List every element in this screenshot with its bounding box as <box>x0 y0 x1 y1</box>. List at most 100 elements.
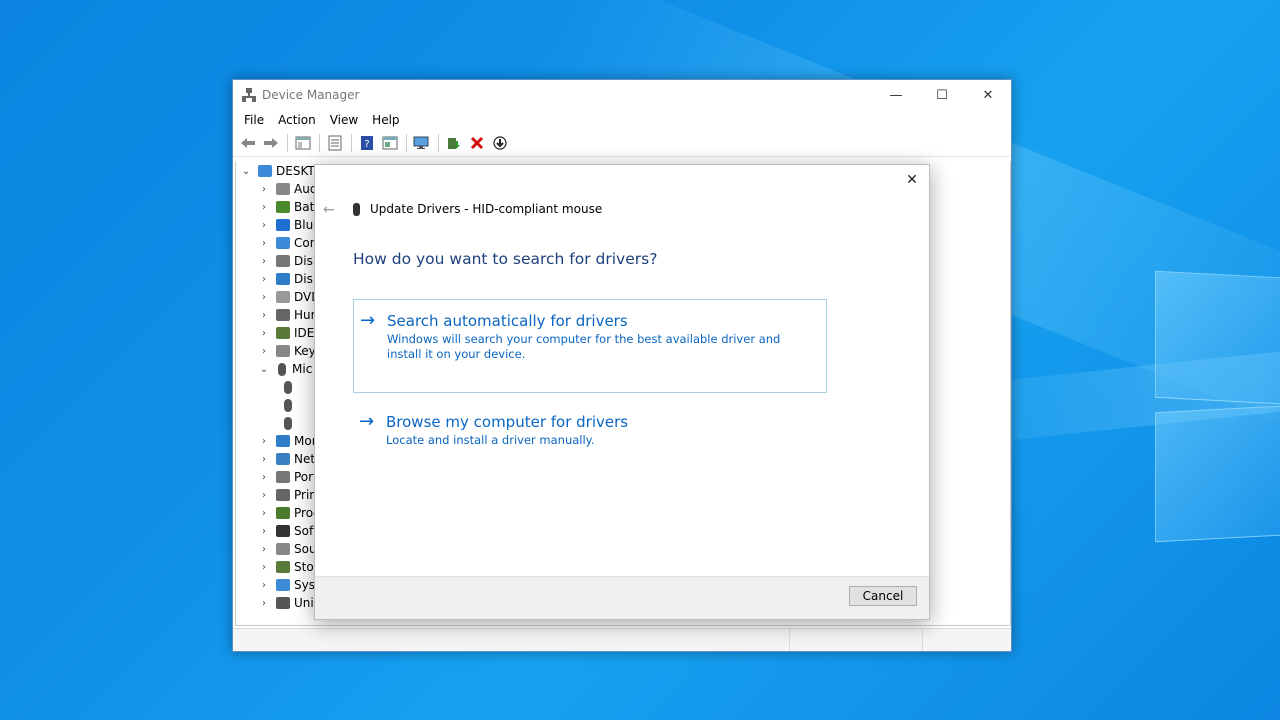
dialog-footer: Cancel <box>315 576 929 619</box>
menu-help[interactable]: Help <box>365 110 406 130</box>
chevron-right-icon[interactable]: › <box>258 598 270 609</box>
minimize-button[interactable]: — <box>873 80 919 110</box>
tree-child-item[interactable] <box>276 414 298 432</box>
update-driver-button[interactable] <box>443 132 465 154</box>
sound-icon <box>276 543 290 555</box>
chevron-right-icon[interactable]: › <box>258 220 270 231</box>
tree-category-item[interactable]: › Blue <box>258 216 321 234</box>
forward-button[interactable] <box>260 132 282 154</box>
software-icon <box>276 525 290 537</box>
tree-category-item[interactable]: ⌄ Mic <box>258 360 313 378</box>
tree-root[interactable]: ⌄ DESKTO <box>240 162 324 180</box>
title-bar[interactable]: Device Manager — ☐ ✕ <box>233 80 1011 110</box>
storage-icon <box>276 561 290 573</box>
chevron-down-icon[interactable]: ⌄ <box>258 364 270 375</box>
printer-icon <box>276 489 290 501</box>
chevron-right-icon[interactable]: › <box>258 328 270 339</box>
tree-category-item[interactable]: › Com <box>258 234 321 252</box>
option-title: Search automatically for drivers <box>387 312 628 330</box>
minimize-icon: — <box>889 87 903 103</box>
dialog-close-button[interactable]: ✕ <box>903 171 921 189</box>
chevron-right-icon[interactable]: › <box>258 310 270 321</box>
close-icon: ✕ <box>906 172 918 188</box>
arrow-right-icon: → <box>360 310 376 331</box>
update-drivers-dialog: ✕ ← Update Drivers - HID-compliant mouse… <box>314 164 930 620</box>
maximize-button[interactable]: ☐ <box>919 80 965 110</box>
browse-computer-option[interactable]: → Browse my computer for drivers Locate … <box>353 401 825 461</box>
status-cell <box>790 629 923 651</box>
tree-item-label: Mic <box>292 362 313 376</box>
chevron-right-icon[interactable]: › <box>258 184 270 195</box>
toolbar: ? <box>233 130 1011 157</box>
tree-category-item[interactable]: › Mon <box>258 432 319 450</box>
tree-child-item[interactable] <box>276 378 298 396</box>
chevron-down-icon[interactable]: ⌄ <box>240 166 252 177</box>
chevron-right-icon[interactable]: › <box>258 580 270 591</box>
chevron-right-icon[interactable]: › <box>258 238 270 249</box>
help-icon: ? <box>361 136 373 150</box>
maximize-icon: ☐ <box>936 87 948 103</box>
chevron-right-icon[interactable]: › <box>258 526 270 537</box>
chevron-right-icon[interactable]: › <box>258 436 270 447</box>
uninstall-icon <box>470 136 484 150</box>
disable-button[interactable] <box>489 132 511 154</box>
tree-child-item[interactable] <box>276 396 298 414</box>
chevron-right-icon[interactable]: › <box>258 202 270 213</box>
tree-category-item[interactable]: › IDE <box>258 324 314 342</box>
tree-category-item[interactable]: › Syst <box>258 576 320 594</box>
mouse-icon <box>353 202 360 216</box>
tree-category-item[interactable]: › Univ <box>258 594 321 612</box>
tree-category-item[interactable]: › Port <box>258 468 318 486</box>
tree-category-item[interactable]: › Stor <box>258 558 319 576</box>
toolbar-separator <box>406 134 407 152</box>
close-button[interactable]: ✕ <box>965 80 1011 110</box>
chevron-right-icon[interactable]: › <box>258 256 270 267</box>
search-automatically-option[interactable]: → Search automatically for drivers Windo… <box>353 299 827 393</box>
menu-action[interactable]: Action <box>271 110 323 130</box>
display-icon <box>276 273 290 285</box>
tree-category-item[interactable]: › Proc <box>258 504 320 522</box>
chevron-right-icon[interactable]: › <box>258 490 270 501</box>
chevron-right-icon[interactable]: › <box>258 346 270 357</box>
dialog-question: How do you want to search for drivers? <box>353 250 658 268</box>
help-button[interactable]: ? <box>356 132 378 154</box>
chevron-right-icon[interactable]: › <box>258 274 270 285</box>
option-title: Browse my computer for drivers <box>386 413 629 431</box>
properties-button[interactable] <box>324 132 346 154</box>
mouse-icon <box>278 362 286 376</box>
chevron-right-icon[interactable]: › <box>258 454 270 465</box>
tree-category-item[interactable]: › Prin <box>258 486 317 504</box>
chevron-right-icon[interactable]: › <box>258 544 270 555</box>
ide-icon <box>276 327 290 339</box>
toolbar-separator <box>438 134 439 152</box>
bluetooth-icon <box>276 219 290 231</box>
tree-category-item[interactable]: › Sou <box>258 540 317 558</box>
status-cell <box>923 629 1011 651</box>
show-hide-tree-icon <box>295 136 311 150</box>
chevron-right-icon[interactable]: › <box>258 292 270 303</box>
tree-category-item[interactable]: › Disk <box>258 252 320 270</box>
tree-category-item[interactable]: › Hum <box>258 306 322 324</box>
chevron-right-icon[interactable]: › <box>258 508 270 519</box>
tree-category-item[interactable]: › Net <box>258 450 315 468</box>
tree-category-item[interactable]: › Disp <box>258 270 320 288</box>
tree-category-item[interactable]: › DVD <box>258 288 320 306</box>
menu-file[interactable]: File <box>237 110 271 130</box>
scan-hardware-button[interactable] <box>411 132 433 154</box>
cancel-button[interactable]: Cancel <box>849 586 917 606</box>
view-icon <box>382 136 398 150</box>
view-button[interactable] <box>379 132 401 154</box>
tree-item-label: IDE <box>294 326 315 340</box>
show-hide-tree-button[interactable] <box>292 132 314 154</box>
tree-category-item[interactable]: › Batt <box>258 198 319 216</box>
chevron-right-icon[interactable]: › <box>258 472 270 483</box>
tree-category-item[interactable]: › Aud <box>258 180 317 198</box>
tree-category-item[interactable]: › Soft <box>258 522 318 540</box>
device-manager-icon <box>242 88 256 102</box>
chevron-right-icon[interactable]: › <box>258 562 270 573</box>
uninstall-button[interactable] <box>466 132 488 154</box>
menu-bar: File Action View Help <box>233 110 1011 130</box>
disable-icon <box>493 136 507 150</box>
back-button[interactable] <box>237 132 259 154</box>
menu-view[interactable]: View <box>323 110 365 130</box>
